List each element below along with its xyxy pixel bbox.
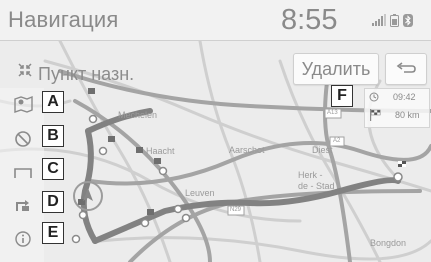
road-shield-a2: A2: [333, 138, 341, 144]
map-label-herk: Herk -: [298, 170, 323, 180]
checkered-flag-icon: [370, 109, 381, 121]
delete-button[interactable]: Удалить: [293, 53, 379, 85]
back-arrow-icon: [396, 62, 416, 73]
info-icon: [15, 231, 31, 247]
arrival-row: 09:42: [369, 92, 416, 102]
map-pin-list-icon: [14, 95, 33, 113]
distance-remaining: 80 km: [395, 110, 420, 120]
collapse-icon[interactable]: [18, 63, 32, 77]
destination-label: Пункт назн.: [38, 64, 135, 84]
callout-b: B: [42, 125, 64, 147]
sidebar-item-route[interactable]: [12, 162, 34, 184]
map-label-leuven: Leuven: [185, 188, 215, 198]
phone-battery-icon: [390, 13, 399, 27]
detour-icon: [16, 200, 29, 211]
callout-a: A: [42, 91, 64, 113]
callout-c: C: [42, 158, 64, 180]
status-bar: Навигация 8:55: [0, 0, 431, 41]
arrival-time: 09:42: [393, 92, 416, 102]
app-title: Навигация: [8, 7, 119, 32]
clock: 8:55: [281, 4, 338, 36]
sidebar-item-detour[interactable]: [12, 193, 34, 215]
back-button[interactable]: [385, 53, 427, 85]
route-bracket-icon: [14, 168, 32, 178]
road-shield-a13: A13: [327, 110, 338, 116]
map-label-town: Bongdon: [370, 238, 407, 248]
callout-d: D: [42, 191, 64, 213]
route-info-panel[interactable]: 09:42 80 km: [364, 88, 430, 128]
map-label-haacht: Haacht: [146, 146, 175, 156]
distance-row: 80 km: [369, 109, 420, 121]
map-label-mechelen: Mechelen: [118, 110, 158, 120]
bluetooth-icon: [403, 13, 413, 27]
sidebar-item-info[interactable]: [12, 228, 34, 250]
sidebar: [0, 88, 44, 262]
navigation-screen: Mechelen Haacht Aarschot Diest Herk - de…: [0, 0, 431, 262]
destination-flag: [393, 161, 406, 182]
callout-f: F: [331, 85, 353, 107]
map-label-aarschot: Aarschot: [229, 145, 265, 155]
callout-e: E: [42, 222, 64, 244]
cancel-circle-icon: [15, 131, 31, 147]
clock-icon: [369, 92, 379, 102]
sidebar-item-destinations[interactable]: [12, 93, 34, 115]
status-icons: [372, 13, 413, 27]
sidebar-item-cancel[interactable]: [12, 128, 34, 150]
road-shield-n29: N29: [230, 207, 242, 213]
map-label-herk-de-stad: de - Stad: [298, 181, 335, 191]
signal-strength-icon: [372, 14, 386, 26]
map-label-diest: Diest: [312, 145, 333, 155]
